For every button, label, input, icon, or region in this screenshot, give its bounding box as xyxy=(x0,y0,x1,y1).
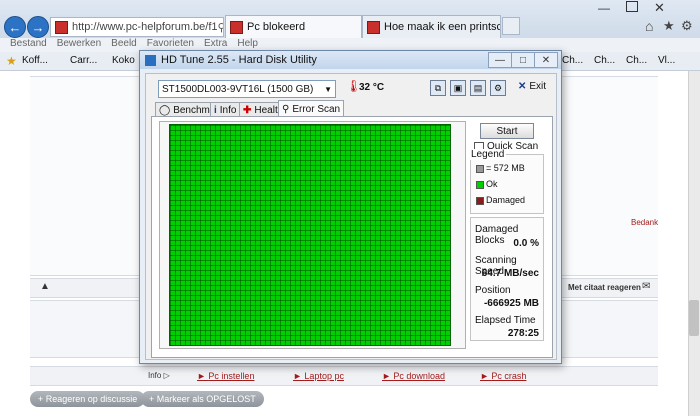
tab-label: Pc blokeerd xyxy=(247,21,306,33)
tab-favicon xyxy=(367,20,380,34)
page-scrollbar[interactable] xyxy=(688,71,700,416)
site-favicon xyxy=(55,20,68,34)
legend-block-swatch xyxy=(476,164,484,173)
fav-ch-1[interactable]: Ch... xyxy=(562,55,583,66)
fav-koffie[interactable]: Koff... xyxy=(22,55,48,66)
fav-ch-2[interactable]: Ch... xyxy=(594,55,615,66)
menu-favorieten[interactable]: Favorieten xyxy=(147,38,194,49)
favorites-star-icon: ★ xyxy=(6,54,17,68)
hdtune-window: HD Tune 2.55 - Hard Disk Utility — □ ✕ S… xyxy=(139,50,562,364)
benchmark-icon: ◯ xyxy=(159,104,171,116)
fav-vl[interactable]: Vl... xyxy=(658,55,675,66)
scanning-speed-value: 64.7 MB/sec xyxy=(481,268,539,279)
health-cross-icon: ✚ xyxy=(243,104,252,116)
exit-label: Exit xyxy=(529,81,547,92)
menu-bestand[interactable]: Bestand xyxy=(10,38,47,49)
forward-button[interactable]: → xyxy=(27,16,49,38)
tab-favicon xyxy=(230,20,243,34)
link-pc-instellen[interactable]: ► Pc instellen xyxy=(197,371,254,381)
damaged-blocks-value: 0.0 % xyxy=(513,238,539,249)
scan-stats-box: Damaged Blocks 0.0 % Scanning Speed 64.7… xyxy=(470,217,544,341)
fav-koko[interactable]: Koko xyxy=(112,55,135,66)
favorites-star-icon[interactable]: ★ xyxy=(663,18,675,34)
minimize-browser-button[interactable]: — xyxy=(598,1,610,15)
legend-ok: Ok xyxy=(476,179,498,189)
exit-button[interactable]: ✕ Exit xyxy=(518,81,546,92)
tab-error-scan[interactable]: ⚲ Error Scan xyxy=(278,100,345,117)
footer-links-bar xyxy=(30,366,658,386)
url-text: http://www.pc-helpforum.be/f1 xyxy=(72,21,218,33)
hdtune-maximize-button[interactable]: □ xyxy=(511,52,535,68)
tab-pc-blokeerd[interactable]: Pc blokeerd xyxy=(225,15,362,38)
magnifier-icon: ⚲ xyxy=(282,103,290,115)
hdtune-close-button[interactable]: ✕ xyxy=(534,52,558,68)
link-pc-download[interactable]: ► Pc download xyxy=(382,371,445,381)
settings-gear-icon[interactable]: ⚙ xyxy=(681,18,693,34)
link-laptop-pc[interactable]: ► Laptop pc xyxy=(293,371,344,381)
fav-carr[interactable]: Carr... xyxy=(70,55,97,66)
legend-damaged: Damaged xyxy=(476,195,525,205)
legend-damaged-swatch xyxy=(476,196,484,205)
search-icon[interactable]: ⚲ xyxy=(218,21,223,34)
maximize-browser-button[interactable] xyxy=(626,1,638,12)
reply-discussion-button[interactable]: + Reageren op discussie xyxy=(30,391,146,407)
hdtune-title: HD Tune 2.55 - Hard Disk Utility xyxy=(161,54,317,66)
quote-reply-link[interactable]: Met citaat reageren xyxy=(568,283,641,292)
copy-info-icon[interactable]: ⧉ xyxy=(430,80,446,96)
legend-ok-swatch xyxy=(476,180,484,189)
hdtune-body: ST1500DL003-9VT16L (1500 GB) ▼ 🌡 32 °C ⧉… xyxy=(145,73,557,360)
copy-screenshot-icon[interactable]: ▣ xyxy=(450,80,466,96)
home-icon[interactable]: ⌂ xyxy=(645,18,653,34)
back-button[interactable]: ← xyxy=(4,16,26,38)
bedank-link[interactable]: Bedank xyxy=(631,218,658,227)
legend-title: Legend xyxy=(469,149,507,160)
hdtune-app-icon xyxy=(145,54,156,66)
info-label: Info ▷ xyxy=(148,371,170,380)
new-tab-button[interactable] xyxy=(502,17,520,35)
scrollbar-thumb[interactable] xyxy=(689,300,699,336)
drive-select-value: ST1500DL003-9VT16L (1500 GB) xyxy=(162,83,314,95)
close-browser-button[interactable]: ✕ xyxy=(654,0,665,16)
scan-block-map xyxy=(169,124,451,346)
reply-icon[interactable]: ✉ xyxy=(642,281,650,292)
drive-select[interactable]: ST1500DL003-9VT16L (1500 GB) ▼ xyxy=(158,80,336,98)
menu-beeld[interactable]: Beeld xyxy=(111,38,137,49)
legend-block-size: = 572 MB xyxy=(476,163,525,173)
tab-label: Hoe maak ik een printscreen m... xyxy=(384,21,500,33)
legend-box: Legend = 572 MB Ok Damaged xyxy=(469,149,544,214)
menu-extra[interactable]: Extra xyxy=(204,38,227,49)
menu-bewerken[interactable]: Bewerken xyxy=(57,38,101,49)
temperature-value: 32 °C xyxy=(359,82,385,93)
info-icon: i xyxy=(214,104,217,116)
menu-help[interactable]: Help xyxy=(237,38,258,49)
scan-map-frame xyxy=(159,121,466,349)
address-bar[interactable]: http://www.pc-helpforum.be/f1 ⚲ xyxy=(50,17,224,37)
exit-x-icon: ✕ xyxy=(518,81,527,92)
position-value: -666925 MB xyxy=(483,298,539,309)
error-scan-panel: Start Quick Scan Legend = 572 MB Ok Dama… xyxy=(151,116,553,358)
tab-error-scan-label: Error Scan xyxy=(292,103,341,115)
mark-solved-button[interactable]: + Markeer als OPGELOST xyxy=(141,391,264,407)
save-icon[interactable]: ▤ xyxy=(470,80,486,96)
tab-info-label: Info xyxy=(219,104,237,116)
start-button[interactable]: Start xyxy=(480,123,534,139)
elapsed-time-value: 278:25 xyxy=(507,328,539,339)
tab-printscreen[interactable]: Hoe maak ik een printscreen m... xyxy=(362,15,501,38)
elapsed-time-label: Elapsed Time xyxy=(475,315,536,326)
tab-info[interactable]: i Info xyxy=(210,102,241,117)
chevron-down-icon: ▼ xyxy=(324,84,332,94)
report-warning-icon[interactable]: ▲ xyxy=(40,281,50,292)
position-label: Position xyxy=(475,285,511,296)
fav-ch-3[interactable]: Ch... xyxy=(626,55,647,66)
hdtune-minimize-button[interactable]: — xyxy=(488,52,512,68)
link-pc-crash[interactable]: ► Pc crash xyxy=(480,371,526,381)
options-icon[interactable]: ⚙ xyxy=(490,80,506,96)
